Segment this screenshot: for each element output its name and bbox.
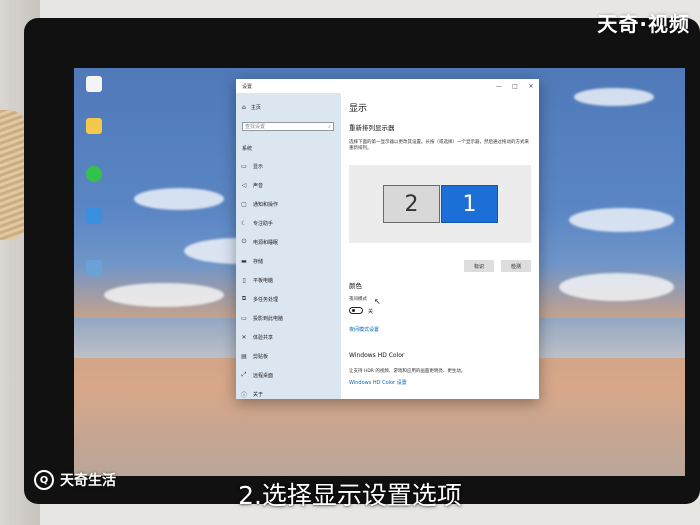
focus-assist-icon: ☾ [241,219,247,227]
color-heading: 颜色 [349,282,362,290]
sidebar-item-sound[interactable]: ◁ 声音 [240,179,338,191]
sidebar-item-focus-assist[interactable]: ☾ 专注助手 [240,217,338,229]
shortcut-icon [86,260,102,276]
display-icon: ▭ [241,162,247,170]
sidebar-item-projecting[interactable]: ▭ 投影到此电脑 [240,312,338,324]
night-light-settings-link[interactable]: 夜间模式设置 [349,326,379,333]
sidebar-item-storage[interactable]: ▬ 存储 [240,255,338,267]
hdr-settings-link[interactable]: Windows HD Color 设置 [349,379,407,386]
sidebar-home[interactable]: ⌂ 主页 [242,104,261,111]
multitasking-icon: ⧉ [241,295,247,302]
cloud [134,188,224,210]
cloud [104,283,224,307]
night-light-toggle[interactable] [349,307,363,314]
remote-desktop-icon: ⤢ [241,371,247,378]
hdr-heading: Windows HD Color [349,352,405,359]
minimize-button[interactable]: — [491,83,507,90]
power-icon: ⏻ [241,238,247,245]
home-icon: ⌂ [242,104,246,111]
brand-watermark: 天奇·视频 [597,12,690,36]
window-title: 设置 [242,83,253,90]
sidebar-item-shared-experiences[interactable]: ✕ 体验共享 [240,331,338,343]
desktop-icon[interactable] [77,166,111,184]
identify-button[interactable]: 标识 [464,260,494,272]
cloud [569,208,674,232]
settings-content: 显示 重新排列显示器 选择下面的第一显示器以更改其设置。长按（或选择）一个显示器… [341,93,539,399]
projecting-icon: ▭ [241,314,247,322]
maximize-button[interactable]: □ [507,83,523,90]
sidebar-item-notifications[interactable]: ▢ 通知和操作 [240,198,338,210]
cloud [559,273,674,301]
sidebar-item-remote-desktop[interactable]: ⤢ 远程桌面 [240,369,338,381]
clipboard-icon: ▤ [241,352,247,360]
page-title: 显示 [349,104,368,114]
settings-window: 设置 — □ ✕ ⌂ 主页 查找设置 ⌕ 系统 ▭ 显示 ◁ 声音 ▢ 通知和操作 ☾… [236,79,539,399]
sidebar-item-clipboard[interactable]: ▤ 剪贴板 [240,350,338,362]
notification-icon: ▢ [241,200,247,208]
search-icon: ⌕ [328,123,331,130]
monitor-1[interactable]: 1 [441,185,498,223]
detect-button[interactable]: 检测 [501,260,531,272]
sidebar-item-tablet[interactable]: ▯ 平板电脑 [240,274,338,286]
mouse-cursor-icon: ↖ [374,297,381,306]
video-subtitle: 2.选择显示设置选项 [238,481,462,510]
rearrange-heading: 重新排列显示器 [349,124,395,132]
sidebar-item-multitasking[interactable]: ⧉ 多任务处理 [240,293,338,305]
wechat-icon [86,166,102,182]
tablet-icon: ▯ [242,276,246,284]
window-titlebar[interactable]: 设置 — □ ✕ [236,79,539,93]
close-button[interactable]: ✕ [523,83,539,90]
desktop-icon[interactable] [77,118,111,136]
cloud [574,88,654,106]
night-light-state: 关 [368,309,374,315]
storage-icon: ▬ [241,257,247,265]
shared-experiences-icon: ✕ [241,333,247,341]
sound-icon: ◁ [241,181,247,189]
computer-icon [86,208,102,224]
search-input[interactable]: 查找设置 ⌕ [242,122,334,131]
monitor-2[interactable]: 2 [383,185,440,223]
desktop-icon[interactable] [77,76,111,94]
sidebar-item-display[interactable]: ▭ 显示 [240,160,338,172]
sidebar-section-title: 系统 [242,146,253,152]
folder-icon [86,118,102,134]
sidebar-item-about[interactable]: ⓘ 关于 [240,388,338,400]
hdr-description: 让支持 HDR 的视频、游戏和应用的画面更明亮、更生动。 [349,369,466,374]
desktop-icon[interactable] [77,208,111,226]
desktop-icon[interactable] [77,260,111,278]
settings-sidebar: ⌂ 主页 查找设置 ⌕ 系统 ▭ 显示 ◁ 声音 ▢ 通知和操作 ☾ 专注助手 ⏻ 电源和… [236,93,341,399]
file-icon [86,76,102,92]
sidebar-item-power[interactable]: ⏻ 电源和睡眠 [240,236,338,248]
display-arrangement-area: 2 1 [349,165,531,243]
rearrange-description: 选择下面的第一显示器以更改其设置。长按（或选择）一个显示器，然后通过拖动的方式来… [349,140,529,151]
night-light-label: 夜间模式 [349,297,367,302]
about-icon: ⓘ [240,391,247,399]
